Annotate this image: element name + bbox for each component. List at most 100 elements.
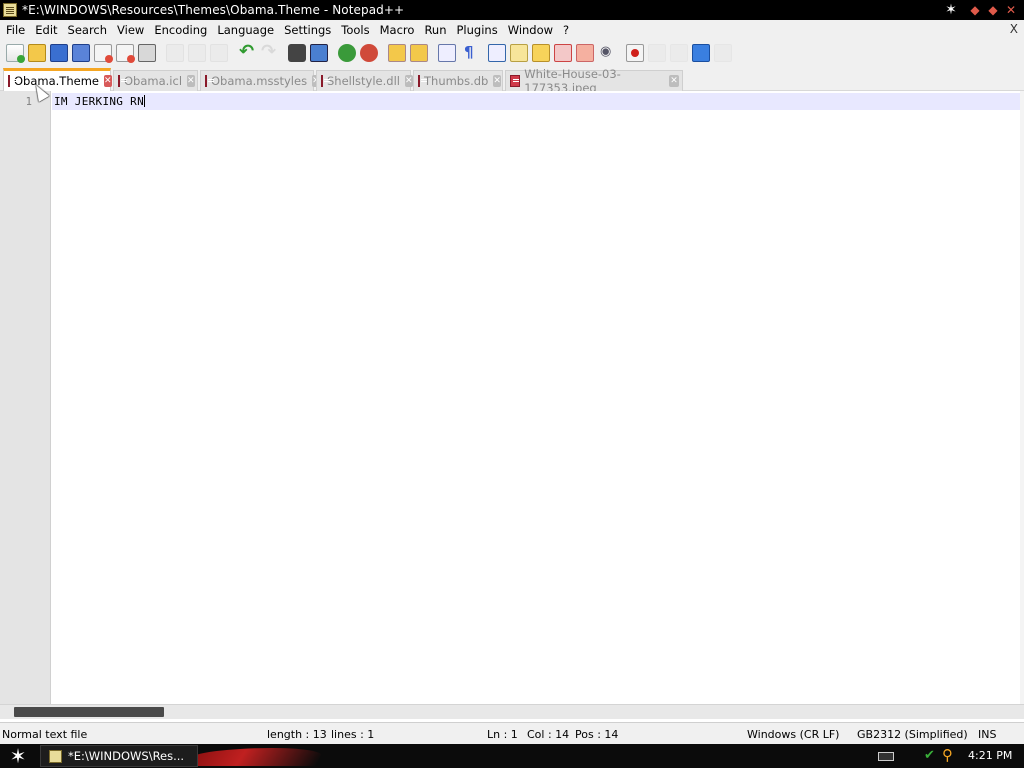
menu-settings[interactable]: Settings: [282, 23, 337, 37]
window-controls: ✶ ◆ ◆ ✕: [942, 0, 1020, 20]
tab-obama-icl[interactable]: Obama.icl ✕: [113, 70, 198, 91]
close-file-icon[interactable]: [94, 44, 113, 63]
taskbar-notepad-button[interactable]: *E:\WINDOWS\Res...: [40, 745, 198, 767]
tab-thumbs-db[interactable]: Thumbs.db ✕: [413, 70, 503, 91]
indent-guide-icon[interactable]: [488, 44, 506, 62]
show-all-characters-icon[interactable]: [460, 43, 478, 62]
line-number-gutter[interactable]: 1: [0, 91, 51, 704]
editor-line[interactable]: IM JERKING RN: [54, 95, 145, 108]
menu-macro[interactable]: Macro: [378, 23, 421, 37]
status-eol-format[interactable]: Windows (CR LF): [747, 728, 839, 741]
search-icon[interactable]: ⚲: [942, 746, 953, 764]
current-line-highlight: [52, 93, 1020, 110]
close-button[interactable]: ✕: [1002, 1, 1020, 19]
menu-file[interactable]: File: [4, 23, 31, 37]
status-lines: lines : 1: [331, 728, 375, 741]
document-tab-bar: Obama.Theme ✕ Obama.icl ✕ Obama.msstyles…: [0, 66, 1024, 95]
document-icon: [510, 75, 521, 87]
taskbar: ✶ *E:\WINDOWS\Res... ✔ ⚲ 4:21 PM: [0, 744, 1024, 768]
keyboard-icon[interactable]: [878, 752, 894, 761]
tab-label: Obama.Theme: [14, 74, 99, 88]
status-position: Pos : 14: [575, 728, 619, 741]
tab-close-icon[interactable]: ✕: [103, 75, 112, 87]
replace-icon[interactable]: [310, 44, 328, 62]
redo-icon[interactable]: [260, 41, 278, 62]
toolbar: [0, 40, 1024, 66]
save-all-icon[interactable]: [72, 44, 90, 62]
cut-icon[interactable]: [166, 44, 184, 62]
minimize-button[interactable]: ◆: [966, 1, 984, 19]
new-file-icon[interactable]: [6, 44, 25, 63]
menu-bar: File Edit Search View Encoding Language …: [0, 20, 1024, 40]
vertical-scrollbar[interactable]: [1020, 91, 1024, 704]
close-document-button[interactable]: X: [1010, 22, 1018, 36]
tab-white-house-jpeg[interactable]: White-House-03-177353.jpeg ✕: [505, 67, 683, 95]
network-icon[interactable]: ✔: [924, 748, 935, 763]
sync-vertical-scroll-icon[interactable]: [388, 44, 406, 62]
close-all-icon[interactable]: [116, 44, 135, 63]
user-defined-language-icon[interactable]: [510, 44, 528, 62]
status-column: Col : 14: [527, 728, 570, 741]
menu-encoding[interactable]: Encoding: [152, 23, 213, 37]
tab-close-icon[interactable]: ✕: [404, 75, 413, 87]
word-wrap-icon[interactable]: [438, 44, 456, 62]
tab-shellstyle-dll[interactable]: Shellstyle.dll ✕: [316, 70, 413, 91]
taskbar-button-label: *E:\WINDOWS\Res...: [68, 749, 185, 763]
scrollbar-thumb[interactable]: [14, 707, 164, 717]
tab-label: Obama.icl: [124, 74, 183, 88]
line-number: 1: [25, 96, 32, 108]
taskbar-decoration: [185, 748, 325, 766]
play-macro-icon[interactable]: [670, 44, 688, 62]
zoom-out-icon[interactable]: [360, 44, 378, 62]
document-map-icon[interactable]: [532, 44, 550, 62]
text-editor[interactable]: IM JERKING RN: [52, 91, 1020, 704]
tab-close-icon[interactable]: ✕: [493, 75, 501, 87]
menu-tools[interactable]: Tools: [339, 23, 375, 37]
tab-label: Thumbs.db: [424, 74, 489, 88]
restore-button[interactable]: ◆: [984, 1, 1002, 19]
tab-label: Obama.msstyles: [211, 74, 308, 88]
undo-icon[interactable]: [238, 41, 256, 62]
stop-recording-icon[interactable]: [648, 44, 666, 62]
status-line-number: Ln : 1: [487, 728, 518, 741]
tab-obama-msstyles[interactable]: Obama.msstyles ✕: [200, 70, 320, 91]
system-clock[interactable]: 4:21 PM: [968, 749, 1012, 762]
run-macro-multiple-icon[interactable]: [692, 44, 710, 62]
copy-icon[interactable]: [188, 44, 206, 62]
open-file-icon[interactable]: [28, 44, 46, 62]
window-title: *E:\WINDOWS\Resources\Themes\Obama.Theme…: [22, 3, 405, 17]
save-icon[interactable]: [50, 44, 68, 62]
notepad-icon: [49, 749, 62, 763]
menu-window[interactable]: Window: [506, 23, 559, 37]
paste-icon[interactable]: [210, 44, 228, 62]
menu-run[interactable]: Run: [422, 23, 452, 37]
horizontal-scrollbar[interactable]: [0, 704, 1024, 719]
start-button[interactable]: ✶: [6, 745, 30, 767]
menu-help[interactable]: ?: [561, 23, 575, 37]
function-list-icon[interactable]: [554, 44, 572, 62]
find-icon[interactable]: [288, 44, 306, 62]
sync-horizontal-scroll-icon[interactable]: [410, 44, 428, 62]
print-icon[interactable]: [138, 44, 156, 62]
document-icon: [418, 75, 427, 87]
status-encoding[interactable]: GB2312 (Simplified): [857, 728, 968, 741]
notepad-icon: [3, 3, 17, 17]
menu-search[interactable]: Search: [66, 23, 114, 37]
folder-as-workspace-icon[interactable]: [576, 44, 594, 62]
record-macro-icon[interactable]: [626, 44, 644, 62]
tab-close-icon[interactable]: ✕: [187, 75, 195, 87]
title-bar[interactable]: *E:\WINDOWS\Resources\Themes\Obama.Theme…: [0, 0, 1024, 20]
monitoring-icon[interactable]: [598, 44, 616, 62]
menu-plugins[interactable]: Plugins: [455, 23, 504, 37]
tab-label: Shellstyle.dll: [327, 74, 400, 88]
tab-close-icon[interactable]: ✕: [669, 75, 679, 87]
menu-language[interactable]: Language: [215, 23, 280, 37]
status-language: Normal text file: [2, 728, 88, 741]
menu-edit[interactable]: Edit: [33, 23, 63, 37]
save-macro-icon[interactable]: [714, 44, 732, 62]
document-icon: [8, 75, 17, 87]
tab-obama-theme[interactable]: Obama.Theme ✕: [3, 68, 112, 91]
star-icon[interactable]: ✶: [942, 1, 960, 19]
zoom-in-icon[interactable]: [338, 44, 356, 62]
menu-view[interactable]: View: [115, 23, 150, 37]
